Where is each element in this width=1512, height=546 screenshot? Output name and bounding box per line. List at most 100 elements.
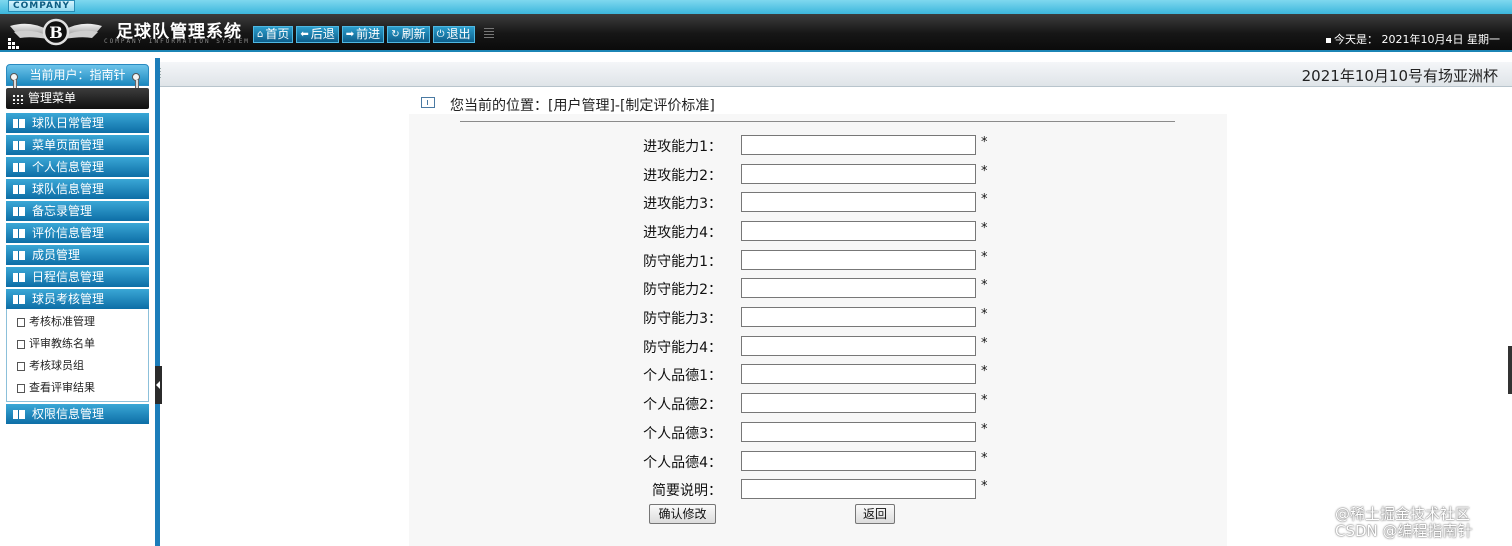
location-icon [421, 97, 435, 108]
form-row: 进攻能力4： * [560, 220, 1040, 244]
field-label: 进攻能力4： [643, 225, 722, 241]
confirm-button[interactable]: 确认修改 [649, 504, 716, 524]
defense-ability-4-input[interactable] [741, 336, 976, 356]
forward-label: 前进 [356, 27, 381, 41]
return-button[interactable]: 返回 [855, 504, 895, 524]
field-label: 防守能力1： [643, 254, 722, 270]
book-icon [13, 119, 25, 128]
field-label: 简要说明： [652, 483, 722, 499]
character-3-input[interactable] [741, 422, 976, 442]
defense-ability-2-input[interactable] [741, 278, 976, 298]
required-mark: * [981, 278, 988, 293]
back-nav-label: 后退 [310, 27, 335, 41]
right-panel-handle[interactable] [1508, 346, 1512, 394]
sidebar-item-schedule[interactable]: 日程信息管理 [6, 267, 149, 287]
form-row: 进攻能力1： * [560, 134, 1040, 158]
character-4-input[interactable] [741, 451, 976, 471]
book-icon [13, 141, 25, 150]
current-user-bar: 当前用户：指南针 [6, 64, 149, 91]
submenu-item-player-group[interactable]: 考核球员组 [7, 355, 148, 377]
brand-logo: B [8, 16, 104, 50]
sidebar-collapse-handle[interactable] [155, 366, 162, 404]
sidebar-item-label: 评价信息管理 [32, 226, 105, 240]
field-label: 防守能力2： [643, 282, 722, 298]
sidebar-item-label: 菜单页面管理 [32, 138, 105, 152]
sidebar-item-permissions[interactable]: 权限信息管理 [6, 404, 149, 424]
sidebar-item-label: 成员管理 [32, 248, 81, 262]
watermark-line: CSDN @编程指南针 [1335, 522, 1473, 540]
assessment-submenu: 考核标准管理 评审教练名单 考核球员组 查看评审结果 [6, 309, 149, 402]
required-mark: * [981, 422, 988, 437]
svg-text:B: B [49, 23, 63, 42]
attack-ability-2-input[interactable] [741, 164, 976, 184]
today-value: 2021年10月4日 星期一 [1381, 33, 1501, 46]
watermark: @稀土掘金技术社区 CSDN @编程指南针 [1335, 506, 1473, 540]
sidebar-item-personal-info[interactable]: 个人信息管理 [6, 157, 149, 177]
document-icon [17, 340, 25, 349]
grid-dots-icon [8, 38, 22, 50]
sidebar-item-team-daily[interactable]: 球队日常管理 [6, 113, 149, 133]
submenu-item-results[interactable]: 查看评审结果 [7, 377, 148, 399]
required-mark: * [981, 164, 988, 179]
company-tag: COMPANY [8, 0, 75, 12]
refresh-button[interactable]: ↻ 刷新 [387, 26, 430, 43]
notice-bar: 2021年10月10号有场亚洲杯 [150, 62, 1512, 87]
sidebar-item-label: 日程信息管理 [32, 270, 105, 284]
form-row: 简要说明： * [560, 478, 1040, 502]
submenu-item-label: 考核球员组 [29, 359, 84, 372]
today-label: 今天是： [1334, 33, 1378, 46]
field-label: 个人品德3： [643, 426, 722, 442]
current-user-label: 当前用户：指南针 [29, 68, 126, 82]
attack-ability-3-input[interactable] [741, 192, 976, 212]
summary-input[interactable] [741, 479, 976, 499]
watermark-line: @稀土掘金技术社区 [1335, 505, 1471, 523]
nav-menu: 球队日常管理 菜单页面管理 个人信息管理 球队信息管理 备忘录管理 评价信息管理… [6, 113, 149, 426]
app-header: B 足球队管理系统 COMPANY INFORMATION SYSTEM ⌂ 首… [0, 14, 1512, 52]
logout-button[interactable]: ⏻ 退出 [432, 26, 475, 43]
sidebar-item-label: 球员考核管理 [32, 292, 105, 306]
field-label: 个人品德4： [643, 455, 722, 471]
submenu-item-standards[interactable]: 考核标准管理 [7, 311, 148, 333]
sidebar-item-label: 备忘录管理 [32, 204, 93, 218]
refresh-label: 刷新 [401, 27, 426, 41]
attack-ability-4-input[interactable] [741, 221, 976, 241]
breadcrumb: 您当前的位置：[用户管理]-[制定评价标准] [450, 98, 715, 114]
character-2-input[interactable] [741, 393, 976, 413]
required-mark: * [981, 479, 988, 494]
defense-ability-3-input[interactable] [741, 307, 976, 327]
field-label: 个人品德1： [643, 368, 722, 384]
sidebar-item-player-assessment[interactable]: 球员考核管理 [6, 289, 149, 309]
sidebar-item-memo[interactable]: 备忘录管理 [6, 201, 149, 221]
home-button[interactable]: ⌂ 首页 [253, 26, 294, 43]
back-nav-button[interactable]: ⬅ 后退 [296, 26, 339, 43]
book-icon [13, 207, 25, 216]
sidebar-item-label: 权限信息管理 [32, 407, 105, 421]
divider [460, 121, 1175, 122]
field-label: 进攻能力2： [643, 168, 722, 184]
submenu-item-coach-list[interactable]: 评审教练名单 [7, 333, 148, 355]
forward-button[interactable]: ➡ 前进 [341, 26, 385, 43]
sidebar-item-members[interactable]: 成员管理 [6, 245, 149, 265]
book-icon [13, 410, 25, 419]
required-mark: * [981, 307, 988, 322]
system-subtitle: COMPANY INFORMATION SYSTEM [104, 38, 250, 45]
sidebar-item-label: 球队日常管理 [32, 116, 105, 130]
book-icon [13, 295, 25, 304]
form-row: 个人品德4： * [560, 450, 1040, 474]
required-mark: * [981, 393, 988, 408]
attack-ability-1-input[interactable] [741, 135, 976, 155]
form-row: 个人品德1： * [560, 363, 1040, 387]
sidebar-item-menu-pages[interactable]: 菜单页面管理 [6, 135, 149, 155]
required-mark: * [981, 336, 988, 351]
required-mark: * [981, 135, 988, 150]
character-1-input[interactable] [741, 364, 976, 384]
book-icon [13, 229, 25, 238]
form-row: 个人品德2： * [560, 392, 1040, 416]
refresh-icon: ↻ [391, 29, 400, 40]
today-date: 今天是： 2021年10月4日 星期一 [1326, 31, 1500, 47]
sidebar-item-evaluation[interactable]: 评价信息管理 [6, 223, 149, 243]
sidebar-item-team-info[interactable]: 球队信息管理 [6, 179, 149, 199]
required-mark: * [981, 250, 988, 265]
defense-ability-1-input[interactable] [741, 250, 976, 270]
submenu-item-label: 评审教练名单 [29, 337, 95, 350]
